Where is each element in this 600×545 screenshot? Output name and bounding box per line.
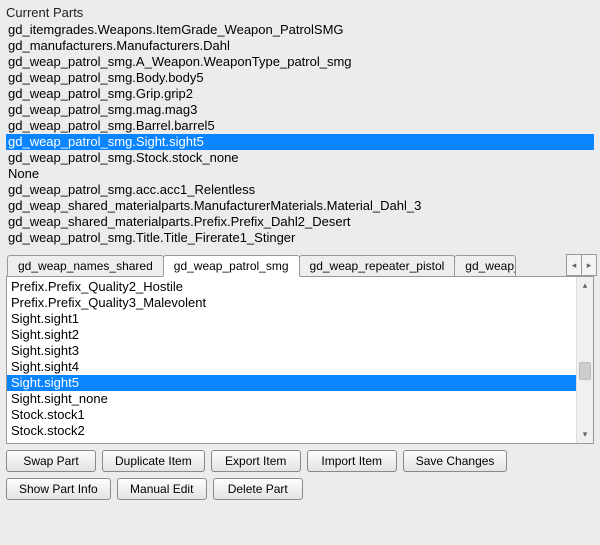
sub-part-row[interactable]: Prefix.Prefix_Quality2_Hostile <box>7 279 576 295</box>
tab-nav: ◂▸ <box>567 254 597 276</box>
sub-part-row[interactable]: Sight.sight4 <box>7 359 576 375</box>
current-part-row[interactable]: gd_weap_patrol_smg.A_Weapon.WeaponType_p… <box>6 54 594 70</box>
delete-part-button[interactable]: Delete Part <box>213 478 303 500</box>
save-changes-button[interactable]: Save Changes <box>403 450 508 472</box>
tab-scroll-right-icon[interactable]: ▸ <box>581 254 597 276</box>
current-part-row[interactable]: gd_weap_patrol_smg.Body.body5 <box>6 70 594 86</box>
action-buttons: Swap Part Duplicate Item Export Item Import… <box>3 444 597 509</box>
sub-parts-list[interactable]: Prefix.Prefix_Quality2_HostilePrefix.Pre… <box>7 277 576 443</box>
sub-part-row[interactable]: Sight.sight3 <box>7 343 576 359</box>
tab[interactable]: gd_weap_names_shared <box>7 255 164 277</box>
current-part-row[interactable]: gd_weap_shared_materialparts.Prefix.Pref… <box>6 214 594 230</box>
import-item-button[interactable]: Import Item <box>307 450 397 472</box>
scroll-up-icon[interactable]: ▴ <box>577 277 593 294</box>
current-part-row[interactable]: gd_weap_patrol_smg.Sight.sight5 <box>6 134 594 150</box>
current-part-row[interactable]: None <box>6 166 594 182</box>
scroll-track[interactable] <box>577 294 593 426</box>
current-part-row[interactable]: gd_weap_patrol_smg.Title.Title_Firerate1… <box>6 230 594 246</box>
sub-part-row[interactable]: Sight.sight5 <box>7 375 576 391</box>
sub-part-row[interactable]: Sight.sight_none <box>7 391 576 407</box>
sub-part-row[interactable]: Stock.stock2 <box>7 423 576 439</box>
show-part-info-button[interactable]: Show Part Info <box>6 478 111 500</box>
sub-part-row[interactable]: Prefix.Prefix_Quality3_Malevolent <box>7 295 576 311</box>
sub-part-row[interactable]: Sight.sight2 <box>7 327 576 343</box>
export-item-button[interactable]: Export Item <box>211 450 301 472</box>
current-part-row[interactable]: gd_weap_shared_materialparts.Manufacture… <box>6 198 594 214</box>
sub-part-row[interactable]: Stock.stock1 <box>7 407 576 423</box>
current-parts-title: Current Parts <box>3 3 597 22</box>
app-window: Current Parts gd_itemgrades.Weapons.Item… <box>0 0 600 545</box>
vertical-scrollbar[interactable]: ▴ ▾ <box>576 277 593 443</box>
current-part-row[interactable]: gd_itemgrades.Weapons.ItemGrade_Weapon_P… <box>6 22 594 38</box>
current-part-row[interactable]: gd_weap_patrol_smg.Grip.grip2 <box>6 86 594 102</box>
tab[interactable]: gd_weap_repeater_pistol <box>299 255 456 277</box>
current-part-row[interactable]: gd_weap_patrol_smg.mag.mag3 <box>6 102 594 118</box>
scroll-down-icon[interactable]: ▾ <box>577 426 593 443</box>
sub-part-row[interactable]: Sight.sight1 <box>7 311 576 327</box>
current-part-row[interactable]: gd_weap_patrol_smg.acc.acc1_Relentless <box>6 182 594 198</box>
tab[interactable]: gd_weap_ <box>454 255 516 277</box>
current-part-row[interactable]: gd_weap_patrol_smg.Barrel.barrel5 <box>6 118 594 134</box>
current-part-row[interactable]: gd_weap_patrol_smg.Stock.stock_none <box>6 150 594 166</box>
current-parts-list[interactable]: gd_itemgrades.Weapons.ItemGrade_Weapon_P… <box>3 22 597 252</box>
tab[interactable]: gd_weap_patrol_smg <box>163 255 300 277</box>
button-row-1: Swap Part Duplicate Item Export Item Import… <box>6 450 594 472</box>
swap-part-button[interactable]: Swap Part <box>6 450 96 472</box>
sub-parts-panel: Prefix.Prefix_Quality2_HostilePrefix.Pre… <box>6 276 594 444</box>
parts-browser: gd_weap_names_sharedgd_weap_patrol_smggd… <box>3 254 597 444</box>
scroll-thumb[interactable] <box>579 362 591 380</box>
current-part-row[interactable]: gd_manufacturers.Manufacturers.Dahl <box>6 38 594 54</box>
tab-bar: gd_weap_names_sharedgd_weap_patrol_smggd… <box>3 254 597 276</box>
button-row-2: Show Part Info Manual Edit Delete Part <box>6 478 594 500</box>
tab-scroll-left-icon[interactable]: ◂ <box>566 254 582 276</box>
duplicate-item-button[interactable]: Duplicate Item <box>102 450 205 472</box>
manual-edit-button[interactable]: Manual Edit <box>117 478 207 500</box>
